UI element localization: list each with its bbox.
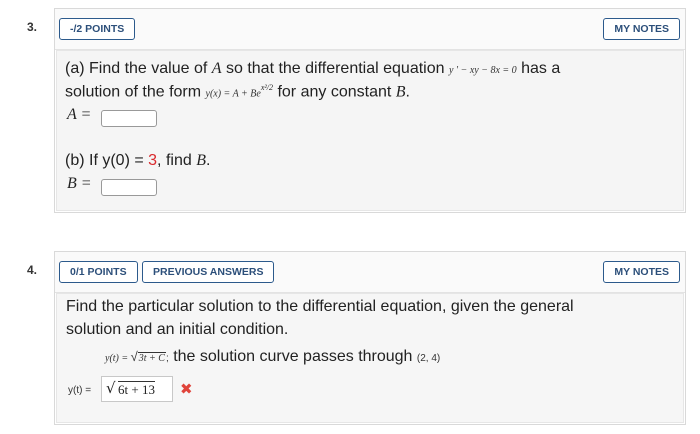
question-3-panel: -/2 POINTS MY NOTES (a) Find the value o… (54, 8, 686, 213)
period: . (205, 152, 211, 169)
variable-b: B (196, 152, 206, 169)
answer-value: 6t + 13 (118, 381, 155, 397)
answer-label: y(t) = (68, 385, 92, 396)
part-a-line2-start: solution of the form (65, 83, 206, 101)
question-header: 0/1 POINTS PREVIOUS ANSWERS MY NOTES (55, 252, 685, 293)
sqrt-icon: √ (130, 349, 138, 364)
variable-a: A (211, 60, 222, 77)
differential-equation: y ′ − xy − 8x = 0 (448, 65, 517, 76)
my-notes-button[interactable]: MY NOTES (603, 18, 680, 40)
part-a-line2-end: for any constant (273, 83, 396, 101)
part-b-condition: y(0) = (102, 152, 149, 169)
curve-text: the solution curve passes through (168, 348, 417, 365)
part-a-after: has a (516, 60, 561, 77)
question-number: 4. (27, 263, 38, 277)
part-a-line-2: solution of the form y(x) = A + Bex²/2 f… (65, 83, 410, 101)
answer-a-label: A = (67, 106, 92, 123)
general-solution-lhs: y(t) = (105, 353, 131, 364)
period: . (405, 83, 410, 101)
part-b-intro: (b) If (65, 152, 103, 169)
part-a-intro: (a) Find the value of (65, 60, 212, 77)
part-a-mid: so that the differential equation (221, 60, 449, 77)
answer-b-input[interactable] (101, 179, 157, 196)
answer-b-label: B = (67, 175, 92, 192)
prompt-line-1: Find the particular solution to the diff… (66, 298, 574, 315)
solution-form: y(x) = A + Be (205, 88, 261, 100)
question-body: Find the particular solution to the diff… (56, 293, 684, 423)
sqrt-icon: √ (106, 379, 116, 397)
initial-value: 3 (148, 152, 158, 169)
question-number: 3. (27, 20, 38, 34)
answer-input[interactable]: √ 6t + 13 (101, 376, 173, 402)
answer-a-input[interactable] (101, 110, 157, 127)
incorrect-icon: ✖ (180, 381, 193, 398)
prompt-line-2: solution and an initial condition. (66, 321, 289, 338)
part-b-line: (b) If y(0) = 3, find B. (65, 152, 210, 170)
question-4-panel: 0/1 POINTS PREVIOUS ANSWERS MY NOTES Fin… (54, 251, 686, 425)
points-button[interactable]: 0/1 POINTS (59, 261, 138, 283)
my-notes-button[interactable]: MY NOTES (603, 261, 680, 283)
solution-exponent: x²/2 (260, 83, 274, 92)
part-b-end: , find (157, 152, 197, 169)
question-body: (a) Find the value of A so that the diff… (56, 50, 684, 211)
variable-b: B (395, 83, 406, 101)
question-header: -/2 POINTS MY NOTES (55, 9, 685, 50)
previous-answers-button[interactable]: PREVIOUS ANSWERS (142, 261, 275, 283)
general-solution-radicand: 3t + C (137, 352, 166, 364)
points-button[interactable]: -/2 POINTS (59, 18, 136, 40)
point-coordinates: (2, 4) (416, 353, 441, 364)
part-a-line-1: (a) Find the value of A so that the diff… (65, 60, 560, 78)
general-solution-line: y(t) = √3t + C; the solution curve passe… (105, 348, 440, 366)
